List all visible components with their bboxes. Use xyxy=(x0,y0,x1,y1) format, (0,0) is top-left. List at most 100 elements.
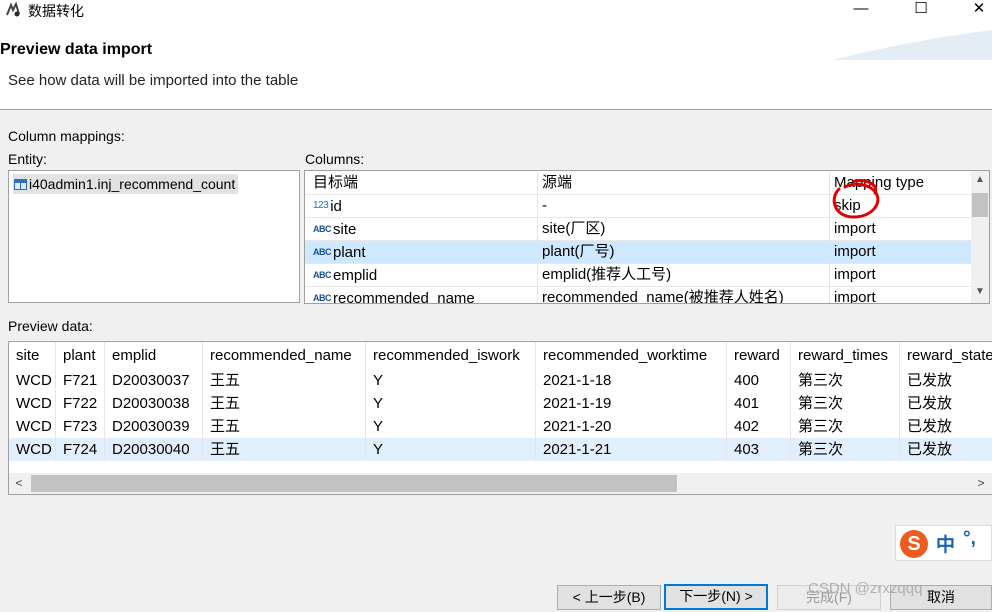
target-column: id xyxy=(330,198,342,215)
columns-table[interactable]: 目标端 源端 Mapping type 123 id - skip ABC site… xyxy=(304,170,990,304)
source-column: - xyxy=(538,195,830,218)
preview-data-label: Preview data: xyxy=(8,318,93,334)
table-cell: 已发放 xyxy=(900,438,992,461)
column-header-source[interactable]: 源端 xyxy=(538,172,830,195)
mapping-type[interactable]: import xyxy=(830,218,971,241)
window-title: 数据转化 xyxy=(28,3,84,19)
preview-header-cell[interactable]: reward xyxy=(727,342,791,372)
table-cell: Y xyxy=(366,415,536,438)
table-cell: Y xyxy=(366,392,536,415)
preview-header-cell[interactable]: recommended_worktime xyxy=(536,342,727,372)
table-row[interactable]: WCD F721 D20030037 王五 Y 2021-1-18 400 第三… xyxy=(9,369,992,392)
minimize-button[interactable]: — xyxy=(838,0,884,20)
table-cell: 第三次 xyxy=(791,438,900,461)
close-button[interactable]: ✕ xyxy=(956,0,992,20)
table-row[interactable]: WCD F723 D20030039 王五 Y 2021-1-20 402 第三… xyxy=(9,415,992,438)
ime-language-toggle[interactable]: 中 xyxy=(936,530,955,557)
table-cell: 第三次 xyxy=(791,415,900,438)
mapping-type-value: skip xyxy=(834,197,861,214)
preview-header-cell[interactable]: reward_times xyxy=(791,342,900,372)
table-cell: 第三次 xyxy=(791,369,900,392)
table-cell: Y xyxy=(366,369,536,392)
scroll-up-icon[interactable]: ▲ xyxy=(971,171,989,189)
scroll-thumb[interactable] xyxy=(31,475,677,492)
table-cell: 王五 xyxy=(203,369,366,392)
scroll-thumb[interactable] xyxy=(972,193,988,217)
table-cell: 2021-1-18 xyxy=(536,369,727,392)
ime-logo-icon[interactable]: S xyxy=(900,530,928,558)
table-row-selected[interactable]: WCD F724 D20030040 王五 Y 2021-1-21 403 第三… xyxy=(9,438,992,461)
table-row[interactable]: WCD F722 D20030038 王五 Y 2021-1-19 401 第三… xyxy=(9,392,992,415)
mapping-row[interactable]: ABC recommended_name recommended_name(被推荐… xyxy=(305,287,971,303)
mapping-type[interactable]: import xyxy=(830,287,971,303)
scroll-left-icon[interactable]: < xyxy=(9,473,29,494)
table-cell: 王五 xyxy=(203,415,366,438)
text-type-icon: ABC xyxy=(313,270,332,280)
next-button[interactable]: 下一步(N) > xyxy=(664,584,768,610)
source-column: site(厂区) xyxy=(538,218,830,241)
preview-header-cell[interactable]: reward_state xyxy=(900,342,992,372)
mapping-row[interactable]: ABC emplid emplid(推荐人工号) import xyxy=(305,264,971,287)
table-cell: WCD xyxy=(9,415,56,438)
column-mappings-label: Column mappings: xyxy=(8,128,125,144)
mapping-row[interactable]: ABC site site(厂区) import xyxy=(305,218,971,241)
entity-item[interactable]: i40admin1.inj_recommend_count xyxy=(13,174,239,194)
source-column: plant(厂号) xyxy=(538,241,830,264)
table-cell: 402 xyxy=(727,415,791,438)
preview-horizontal-scrollbar[interactable]: < > xyxy=(9,473,992,494)
preview-header-cell[interactable]: recommended_name xyxy=(203,342,366,372)
ime-punctuation-toggle[interactable]: °, xyxy=(963,528,976,550)
table-cell: F723 xyxy=(56,415,105,438)
table-cell: Y xyxy=(366,438,536,461)
table-cell: WCD xyxy=(9,438,56,461)
table-cell: 已发放 xyxy=(900,392,992,415)
column-header-target[interactable]: 目标端 xyxy=(309,172,538,195)
table-cell: D20030038 xyxy=(105,392,203,415)
column-header-mapping-type[interactable]: Mapping type xyxy=(830,172,971,195)
ime-toolbar[interactable]: S 中 °, xyxy=(895,525,992,561)
table-cell: 403 xyxy=(727,438,791,461)
mapping-type[interactable]: import xyxy=(830,264,971,287)
back-button[interactable]: < 上一步(B) xyxy=(557,585,661,610)
wizard-header: Preview data import See how data will be… xyxy=(0,20,992,110)
table-icon xyxy=(14,179,27,190)
table-cell: 王五 xyxy=(203,438,366,461)
target-column: plant xyxy=(333,244,366,261)
table-cell: F721 xyxy=(56,369,105,392)
table-cell: 已发放 xyxy=(900,415,992,438)
mapping-row[interactable]: 123 id - skip xyxy=(305,195,971,218)
page-description: See how data will be imported into the t… xyxy=(8,72,299,89)
text-type-icon: ABC xyxy=(313,224,332,234)
target-column: site xyxy=(333,221,357,238)
scroll-down-icon[interactable]: ▼ xyxy=(971,283,989,301)
maximize-button[interactable]: ☐ xyxy=(898,0,944,20)
entity-list[interactable]: i40admin1.inj_recommend_count xyxy=(8,170,300,303)
preview-table[interactable]: site plant emplid recommended_name recom… xyxy=(8,341,992,495)
preview-header-cell[interactable]: plant xyxy=(56,342,105,372)
table-cell: 2021-1-20 xyxy=(536,415,727,438)
watermark: CSDN @zrxzqqq xyxy=(808,580,923,597)
table-cell: F724 xyxy=(56,438,105,461)
preview-header-cell[interactable]: emplid xyxy=(105,342,203,372)
table-cell: WCD xyxy=(9,369,56,392)
mapping-type[interactable]: skip xyxy=(830,195,971,218)
source-column: emplid(推荐人工号) xyxy=(538,264,830,287)
preview-header-cell[interactable]: recommended_iswork xyxy=(366,342,536,372)
table-cell: D20030040 xyxy=(105,438,203,461)
table-cell: 已发放 xyxy=(900,369,992,392)
preview-header-row: site plant emplid recommended_name recom… xyxy=(9,342,992,372)
banner-decoration xyxy=(832,30,992,60)
mapping-type[interactable]: import xyxy=(830,241,971,264)
entity-name: i40admin1.inj_recommend_count xyxy=(29,176,236,192)
preview-header-cell[interactable]: site xyxy=(9,342,56,372)
mapping-row-selected[interactable]: ABC plant plant(厂号) import xyxy=(305,241,971,264)
source-column: recommended_name(被推荐人姓名) xyxy=(538,287,830,303)
page-title: Preview data import xyxy=(0,41,153,58)
table-cell: D20030037 xyxy=(105,369,203,392)
table-cell: 2021-1-21 xyxy=(536,438,727,461)
table-cell: 第三次 xyxy=(791,392,900,415)
table-cell: F722 xyxy=(56,392,105,415)
target-column: emplid xyxy=(333,267,378,284)
scroll-right-icon[interactable]: > xyxy=(971,473,991,494)
columns-vertical-scrollbar[interactable]: ▲ ▼ xyxy=(971,171,989,303)
